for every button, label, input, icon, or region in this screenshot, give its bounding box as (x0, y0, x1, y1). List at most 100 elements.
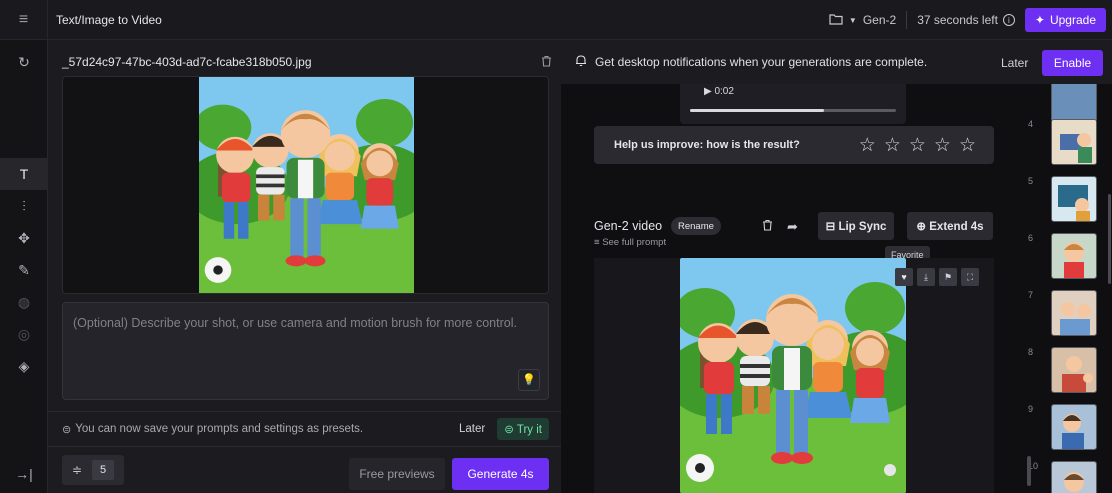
thumbnail (1051, 233, 1097, 279)
video-time: ▶ 0:02 (704, 86, 734, 97)
file-name: _57d24c97-47bc-403d-ad7c-fcabe318b050.jp… (62, 55, 312, 69)
thumbnail-item[interactable]: 7 (1022, 290, 1112, 340)
menu-icon[interactable]: ≡ (0, 0, 48, 40)
rating-stars: ☆ ☆ ☆ ☆ ☆ (859, 134, 976, 157)
collapse-icon[interactable]: →| (0, 458, 48, 490)
star-icon[interactable]: ☆ (909, 134, 926, 157)
thumbnail-item[interactable]: 8 (1022, 347, 1112, 397)
download-icon[interactable]: ⤓ (917, 268, 935, 286)
preset-try-icon: ⊜ (504, 424, 514, 436)
lip-sync-label: Lip Sync (838, 221, 887, 233)
thumbnail-number: 5 (1028, 176, 1034, 186)
thumbnail (1051, 461, 1097, 493)
thumbnail-image (1052, 177, 1096, 221)
play-indicator-icon (884, 464, 896, 476)
generate-button[interactable]: Generate 4s (452, 458, 549, 490)
try-it-button[interactable]: ⊜ Try it (497, 418, 549, 440)
generated-video[interactable] (680, 258, 906, 493)
notification-later-button[interactable]: Later (991, 50, 1038, 76)
bell-icon (575, 54, 587, 70)
top-right-controls: ▼ Gen-2 37 seconds left i ✦ Upgrade (829, 0, 1106, 40)
model-selector[interactable]: ▼ Gen-2 (829, 13, 896, 28)
time-left-text: 37 seconds left (917, 13, 998, 27)
video-actions: ♥ ⤓ ⚑ ⛶ (895, 268, 979, 286)
share-icon[interactable]: ➦ (787, 219, 798, 235)
lip-sync-icon: ⊟ (825, 221, 836, 233)
preset-text: You can now save your prompts and settin… (75, 423, 364, 435)
file-row: _57d24c97-47bc-403d-ad7c-fcabe318b050.jp… (62, 54, 552, 70)
bottom-bar: ≑ 5 Free previews Generate 4s (48, 448, 561, 493)
camera-motion-icon[interactable]: ✥ (0, 222, 48, 254)
thumbnail-image (1052, 234, 1096, 278)
feedback-bar: Help us improve: how is the result? ☆ ☆ … (594, 126, 994, 164)
reset-icon[interactable]: ↻ (0, 46, 48, 78)
favorite-icon[interactable]: ♥ (895, 268, 913, 286)
text-tool-icon[interactable]: T (0, 158, 48, 190)
thumbnail (1051, 347, 1097, 393)
thumbnail-item[interactable]: 9 (1022, 404, 1112, 454)
divider (906, 11, 908, 29)
thumbnail-item[interactable]: 5 (1022, 176, 1112, 226)
thumbnail (1051, 176, 1097, 222)
flag-icon[interactable]: ⚑ (939, 268, 957, 286)
model-name: Gen-2 (862, 13, 897, 27)
see-full-prompt-link[interactable]: ≡ See full prompt (594, 237, 666, 248)
prompt-placeholder: (Optional) Describe your shot, or use ca… (73, 316, 517, 330)
thumbnail-item[interactable]: 10 (1022, 461, 1112, 493)
thumbnail-number: 7 (1028, 290, 1034, 300)
left-panel: _57d24c97-47bc-403d-ad7c-fcabe318b050.jp… (48, 40, 561, 493)
prompt-input[interactable]: (Optional) Describe your shot, or use ca… (62, 302, 549, 400)
trash-icon[interactable] (762, 219, 773, 235)
thumbnail-image (1052, 462, 1096, 493)
video-progress[interactable] (690, 109, 896, 112)
layers-icon[interactable]: ◈ (0, 350, 48, 382)
shape-icon[interactable]: ◎ (0, 318, 48, 350)
trash-icon[interactable] (541, 55, 552, 70)
generation-card: Gen-2 video Rename ≡ See full prompt ➦ ⊟… (594, 209, 994, 493)
generation-title: Gen-2 video (594, 219, 663, 233)
star-icon[interactable]: ☆ (859, 134, 876, 157)
video-time-text: 0:02 (714, 86, 734, 97)
thumbnail-image (1052, 405, 1096, 449)
notification-enable-button[interactable]: Enable (1042, 50, 1103, 76)
input-image-frame[interactable] (62, 76, 549, 294)
rename-button[interactable]: Rename (671, 217, 721, 235)
thumbnail-number: 9 (1028, 404, 1034, 414)
thumbnail-strip: 4 5 6 7 8 9 10 (1022, 76, 1112, 493)
info-icon[interactable]: i (1002, 14, 1015, 26)
extend-button[interactable]: ⊕ Extend 4s (907, 212, 993, 240)
star-icon[interactable]: ☆ (934, 134, 951, 157)
top-bar: ≡ Text/Image to Video ▼ Gen-2 37 seconds… (0, 0, 1112, 40)
palette-icon[interactable]: ◍ (0, 286, 48, 318)
generation-actions: ➦ (762, 219, 798, 235)
preset-later-button[interactable]: Later (453, 418, 491, 440)
settings-icon: ≑ (72, 463, 83, 477)
extend-icon: ⊕ (916, 221, 927, 233)
sparkle-icon: ✦ (1034, 13, 1045, 27)
thumbnail-number: 6 (1028, 233, 1034, 243)
upgrade-button[interactable]: ✦ Upgrade (1024, 8, 1106, 32)
star-icon[interactable]: ☆ (884, 134, 901, 157)
generated-video-image (680, 258, 906, 493)
star-icon[interactable]: ☆ (959, 134, 976, 157)
lip-sync-button[interactable]: ⊟ Lip Sync (818, 212, 894, 240)
right-panel: Get desktop notifications when your gene… (561, 40, 1112, 493)
generation-feed: ▶ 0:02 Help us improve: how is the resul… (594, 84, 994, 493)
input-image (199, 77, 414, 293)
thumbnail-scrollbar[interactable] (1108, 194, 1111, 284)
see-prompt-text: See full prompt (602, 237, 667, 248)
settings-count[interactable]: ≑ 5 (62, 455, 124, 485)
feed-scroll-handle[interactable] (1027, 456, 1031, 486)
preset-bar: ⊜ You can now save your prompts and sett… (48, 411, 561, 447)
thumbnail-number: 8 (1028, 347, 1034, 357)
fullscreen-icon[interactable]: ⛶ (961, 268, 979, 286)
lightbulb-icon[interactable]: 💡 (518, 369, 540, 391)
sliders-icon[interactable]: ⫶ (0, 190, 48, 222)
previous-video-player[interactable]: ▶ 0:02 (680, 84, 906, 124)
motion-brush-icon[interactable]: ✎ (0, 254, 48, 286)
thumbnail-item[interactable]: 6 (1022, 233, 1112, 283)
time-left: 37 seconds left i (917, 13, 1015, 27)
extend-label: Extend 4s (929, 221, 984, 233)
free-previews-button[interactable]: Free previews (349, 458, 445, 490)
thumbnail-item[interactable]: 4 (1022, 119, 1112, 169)
